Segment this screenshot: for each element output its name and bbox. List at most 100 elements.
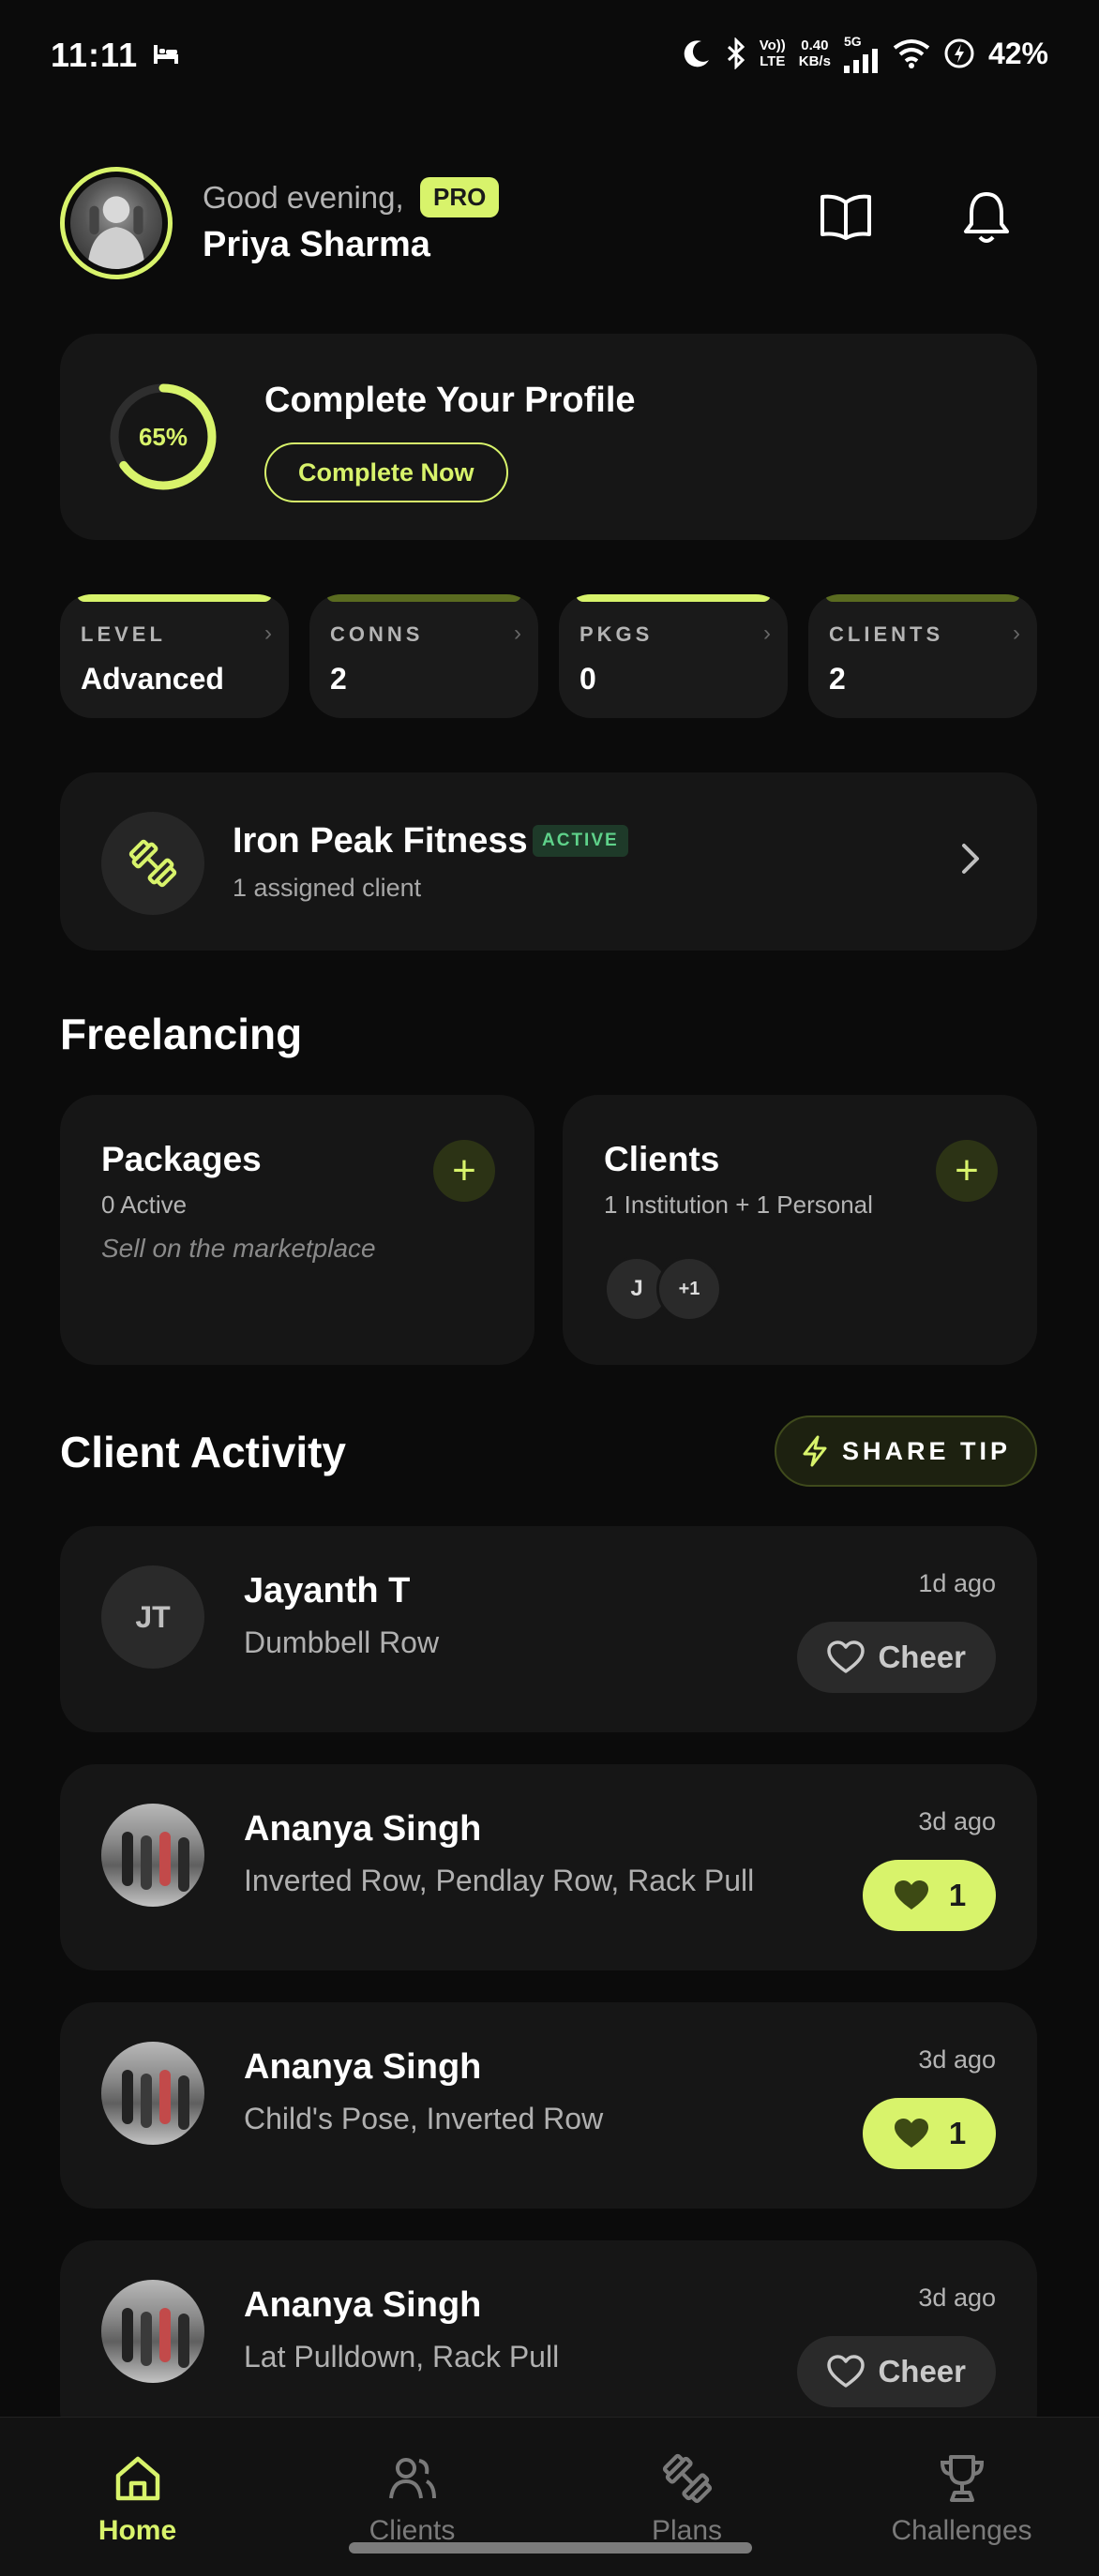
clients-title: Clients (604, 1140, 720, 1178)
nav-challenges[interactable]: Challenges (824, 2451, 1099, 2547)
cheer-count: 1 (948, 1878, 967, 1912)
trophy-icon (940, 2455, 984, 2502)
stat-clients[interactable]: CLIENTS › 2 (808, 594, 1037, 718)
status-time: 11:11 (51, 36, 139, 74)
heart-filled-icon (894, 2119, 928, 2148)
stat-level[interactable]: LEVEL › Advanced (60, 594, 289, 718)
freelancing-heading: Freelancing (60, 1010, 303, 1058)
client-photo (101, 1804, 204, 1907)
net-speed: 0.40 KB/s (798, 37, 831, 69)
cheer-count-button[interactable]: 1 (863, 1860, 996, 1931)
stat-value: Advanced (81, 662, 224, 696)
profile-progress-label: 65% (138, 422, 188, 451)
stat-accent-bar (326, 594, 521, 602)
signal-icon (843, 49, 878, 73)
stat-label: PKGS (580, 622, 654, 646)
bluetooth-icon (727, 37, 745, 69)
lightning-icon (803, 1435, 827, 1467)
chevron-right-icon: › (1013, 621, 1020, 646)
stat-value: 0 (580, 662, 596, 696)
stat-connections[interactable]: CONNS › 2 (309, 594, 538, 718)
activity-item[interactable]: Ananya Singh Lat Pulldown, Rack Pull 3d … (60, 2240, 1037, 2447)
client-activity-heading: Client Activity (60, 1428, 347, 1476)
client-photo (101, 2042, 204, 2145)
stat-accent-bar (576, 594, 771, 602)
add-package-button[interactable]: + (433, 1140, 495, 1202)
signal-label: 5G (843, 34, 862, 49)
institution-card[interactable]: Iron Peak Fitness ACTIVE 1 assigned clie… (60, 772, 1037, 951)
stat-accent-bar (77, 594, 272, 602)
bed-icon (154, 45, 178, 64)
share-tip-button[interactable]: SHARE TIP (775, 1415, 1037, 1487)
nav-home[interactable]: Home (0, 2451, 275, 2547)
wifi-icon (893, 39, 930, 68)
client-name: Ananya Singh (244, 2047, 482, 2087)
stat-label: LEVEL (81, 622, 166, 646)
stat-value: 2 (829, 662, 846, 696)
cheer-button[interactable]: Cheer (797, 2336, 996, 2407)
activity-time: 1d ago (918, 1569, 996, 1597)
bell-icon[interactable] (956, 187, 1016, 247)
workout-exercises: Child's Pose, Inverted Row (244, 2102, 604, 2135)
user-name: Priya Sharma (203, 225, 430, 264)
institution-subtitle: 1 assigned client (233, 874, 422, 902)
client-name: Ananya Singh (244, 1809, 482, 1849)
profile-completion-card: 65% Complete Your Profile Complete Now (60, 334, 1037, 540)
cheer-button[interactable]: Cheer (797, 1622, 996, 1693)
packages-card[interactable]: Packages 0 Active Sell on the marketplac… (60, 1095, 534, 1365)
more-clients-avatar: +1 (656, 1256, 722, 1322)
home-indicator (349, 2542, 752, 2554)
status-bar: 11:11 Vo)) LTE 0.40 KB/s 5G 42% (0, 0, 1099, 112)
clients-card[interactable]: Clients 1 Institution + 1 Personal + J +… (563, 1095, 1037, 1365)
packages-count: 0 Active (101, 1191, 188, 1219)
workout-exercises: Dumbbell Row (244, 1625, 440, 1659)
share-tip-label: SHARE TIP (841, 1436, 1012, 1465)
client-avatar: JT (101, 1565, 204, 1669)
add-client-button[interactable]: + (936, 1140, 998, 1202)
stat-label: CONNS (330, 622, 424, 646)
nav-label: Challenges (891, 2515, 1032, 2546)
users-icon (388, 2458, 436, 2499)
workout-exercises: Lat Pulldown, Rack Pull (244, 2340, 560, 2374)
heart-outline-icon (827, 1640, 866, 1673)
activity-item[interactable]: Ananya Singh Inverted Row, Pendlay Row, … (60, 1764, 1037, 1970)
greeting-text: Good evening, (203, 180, 404, 215)
dumbbell-icon (101, 812, 204, 915)
cheer-label: Cheer (878, 2354, 966, 2389)
activity-time: 3d ago (918, 2284, 996, 2312)
nav-plans[interactable]: Plans (550, 2451, 824, 2547)
activity-item[interactable]: JT Jayanth T Dumbbell Row 1d ago Cheer (60, 1526, 1037, 1732)
stat-packages[interactable]: PKGS › 0 (559, 594, 788, 718)
clients-summary: 1 Institution + 1 Personal (604, 1191, 873, 1219)
chevron-right-icon: › (514, 621, 521, 646)
activity-item[interactable]: Ananya Singh Child's Pose, Inverted Row … (60, 2002, 1037, 2209)
stat-label: CLIENTS (829, 622, 944, 646)
lte-indicator: Vo)) LTE (759, 37, 786, 69)
stat-value: 2 (330, 662, 347, 696)
workout-exercises: Inverted Row, Pendlay Row, Rack Pull (244, 1864, 755, 1897)
client-name: Jayanth T (244, 1571, 411, 1610)
chevron-right-icon: › (264, 621, 272, 646)
cheer-count: 1 (948, 2116, 967, 2150)
chevron-right-icon (962, 844, 979, 874)
client-avatar (101, 2042, 204, 2145)
book-icon[interactable] (816, 187, 876, 247)
cheer-count-button[interactable]: 1 (863, 2098, 996, 2169)
packages-note: Sell on the marketplace (101, 1234, 376, 1263)
client-photo (101, 2280, 204, 2383)
chevron-right-icon: › (763, 621, 771, 646)
cheer-label: Cheer (878, 1640, 966, 1674)
activity-time: 3d ago (918, 1807, 996, 1835)
avatar-photo (70, 177, 162, 269)
activity-time: 3d ago (918, 2045, 996, 2074)
signal-strength: 5G (843, 34, 880, 73)
nav-clients[interactable]: Clients (275, 2451, 550, 2547)
client-name: Ananya Singh (244, 2285, 482, 2325)
dumbbell-icon (662, 2453, 712, 2504)
profile-avatar[interactable] (60, 167, 173, 279)
nav-label: Home (98, 2515, 177, 2546)
moon-icon (684, 40, 709, 67)
complete-now-button[interactable]: Complete Now (264, 442, 508, 502)
heart-outline-icon (827, 2355, 866, 2388)
profile-card-title: Complete Your Profile (264, 381, 636, 420)
